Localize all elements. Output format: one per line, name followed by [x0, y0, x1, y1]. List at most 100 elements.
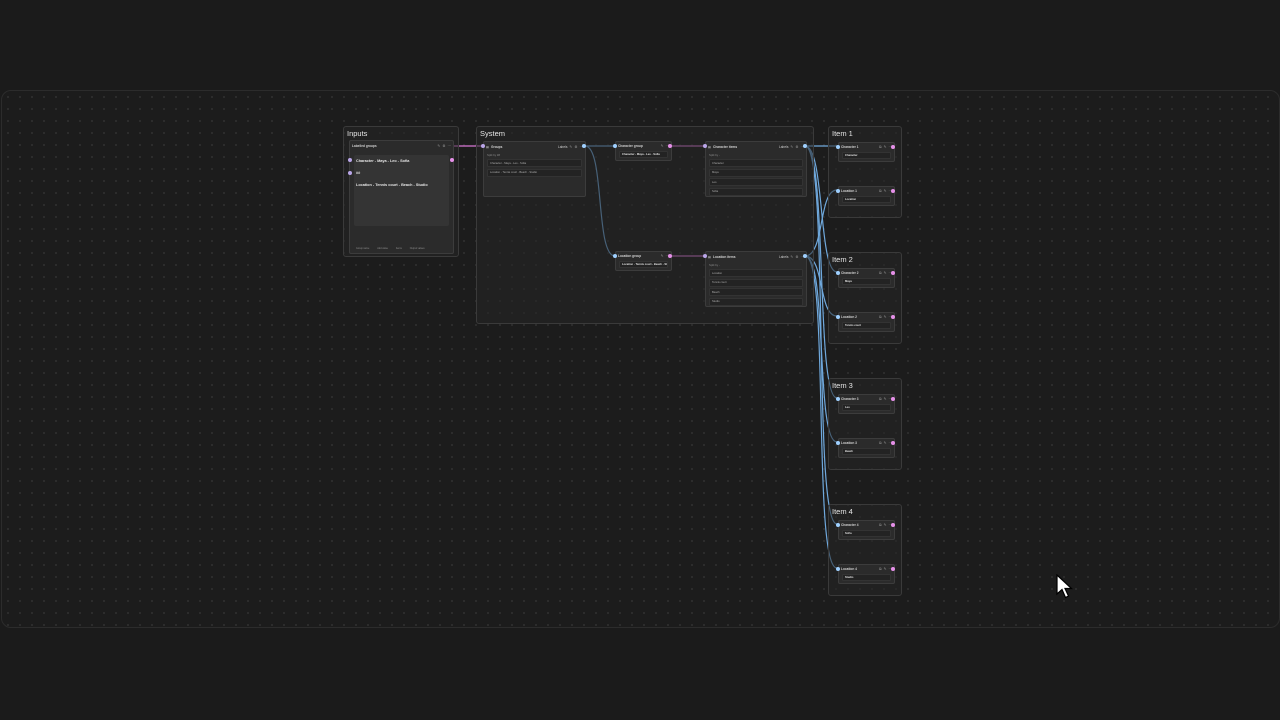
character-1-node[interactable]: Character 1⧉✎⋯ Character — [838, 142, 895, 162]
group-item-2[interactable]: Item 2 Character 2⧉✎⋯ Maya Location 2⧉✎⋯… — [828, 252, 902, 344]
node-icon: ▤ — [486, 144, 490, 149]
labelled-groups-node[interactable]: Labelled groups ✎ ⚙ ⋯ Character - Maya - L… — [349, 140, 454, 254]
list-item: Maya — [709, 168, 803, 177]
value-field[interactable]: Location — [842, 195, 891, 203]
input-port[interactable] — [836, 271, 840, 275]
character-4-node[interactable]: Character 4⧉✎⋯ Sofia — [838, 520, 895, 540]
edit-icon[interactable]: ✎ — [437, 144, 440, 148]
edit-icon[interactable]: ✎ — [790, 255, 793, 259]
character-3-node[interactable]: Character 3⧉✎⋯ Leo — [838, 394, 895, 414]
settings-icon[interactable]: ⚙ — [795, 255, 798, 259]
node-title: Character 2 — [841, 270, 859, 275]
input-port[interactable] — [836, 145, 840, 149]
input-port[interactable] — [348, 171, 352, 175]
value-field[interactable]: Leo — [842, 403, 891, 411]
value-field[interactable]: Character — [842, 151, 891, 159]
copy-icon[interactable]: ⧉ — [879, 189, 882, 193]
copy-icon[interactable]: ⧉ — [879, 271, 882, 275]
edit-icon[interactable]: ✎ — [884, 441, 887, 445]
output-port[interactable] — [891, 145, 895, 149]
groups-text-field[interactable] — [354, 155, 449, 226]
input-port[interactable] — [836, 441, 840, 445]
value-field[interactable]: Studio — [842, 573, 891, 581]
location-items-node[interactable]: ▤ Location items Labels ✎⚙⋯ Split by - L… — [705, 251, 807, 307]
output-port[interactable] — [668, 254, 672, 258]
value-field[interactable]: Tennis court — [842, 321, 891, 329]
location-group-node[interactable]: Location group ✎⋯ Location - Tennis cour… — [615, 251, 672, 271]
input-port[interactable] — [836, 397, 840, 401]
group-item-4[interactable]: Item 4 Character 4⧉✎⋯ Sofia Location 4⧉✎… — [828, 504, 902, 596]
output-port[interactable] — [891, 315, 895, 319]
input-port[interactable] — [613, 144, 617, 148]
edit-icon[interactable]: ✎ — [884, 189, 887, 193]
value-field[interactable]: Beach — [842, 447, 891, 455]
copy-icon[interactable]: ⧉ — [879, 567, 882, 571]
footer-item[interactable]: Items — [396, 247, 402, 250]
copy-icon[interactable]: ⧉ — [879, 441, 882, 445]
value-field[interactable]: Sofia — [842, 529, 891, 537]
copy-icon[interactable]: ⧉ — [879, 145, 882, 149]
footer-item[interactable]: Output values — [410, 247, 425, 250]
node-badge: Labels — [779, 144, 789, 149]
input-port[interactable] — [836, 315, 840, 319]
copy-icon[interactable]: ⧉ — [879, 315, 882, 319]
location-1-node[interactable]: Location 1⧉✎⋯ Location — [838, 186, 895, 206]
settings-icon[interactable]: ⚙ — [795, 145, 798, 149]
edit-icon[interactable]: ✎ — [884, 271, 887, 275]
output-port[interactable] — [891, 189, 895, 193]
edit-icon[interactable]: ✎ — [884, 145, 887, 149]
node-title: Groups — [491, 144, 503, 149]
output-port[interactable] — [891, 271, 895, 275]
location-4-node[interactable]: Location 4⧉✎⋯ Studio — [838, 564, 895, 584]
value-field[interactable]: Maya — [842, 277, 891, 285]
edit-icon[interactable]: ✎ — [569, 145, 572, 149]
output-port[interactable] — [803, 254, 807, 258]
character-2-node[interactable]: Character 2⧉✎⋯ Maya — [838, 268, 895, 288]
edit-icon[interactable]: ✎ — [790, 145, 793, 149]
node-title: Location 3 — [841, 440, 857, 445]
output-port[interactable] — [803, 144, 807, 148]
node-title: Character 4 — [841, 522, 859, 527]
node-title: Location 1 — [841, 188, 857, 193]
settings-icon[interactable]: ⚙ — [442, 144, 445, 148]
output-port[interactable] — [891, 523, 895, 527]
character-group-node[interactable]: Character group ✎⋯ Character - Maya - Le… — [615, 141, 672, 161]
group-inputs[interactable]: Inputs Labelled groups ✎ ⚙ ⋯ Character - M… — [343, 126, 459, 257]
more-icon[interactable]: ⋯ — [448, 144, 452, 148]
output-port[interactable] — [891, 567, 895, 571]
copy-icon[interactable]: ⧉ — [879, 397, 882, 401]
edit-icon[interactable]: ✎ — [884, 523, 887, 527]
input-port[interactable] — [836, 523, 840, 527]
input-port[interactable] — [703, 144, 707, 148]
group-item-1[interactable]: Item 1 Character 1⧉✎⋯ Character Location… — [828, 126, 902, 218]
edit-icon[interactable]: ✎ — [884, 315, 887, 319]
location-2-node[interactable]: Location 2⧉✎⋯ Tennis court — [838, 312, 895, 332]
output-port[interactable] — [582, 144, 586, 148]
input-port[interactable] — [836, 189, 840, 193]
character-items-node[interactable]: ▤ Character items Labels ✎⚙⋯ Split by - … — [705, 141, 807, 197]
group-item-3[interactable]: Item 3 Character 3⧉✎⋯ Leo Location 3⧉✎⋯ … — [828, 378, 902, 470]
settings-icon[interactable]: ⚙ — [574, 145, 577, 149]
edit-icon[interactable]: ✎ — [661, 254, 664, 258]
edit-icon[interactable]: ✎ — [884, 567, 887, 571]
node-title: Location 4 — [841, 566, 857, 571]
output-port[interactable] — [450, 158, 454, 162]
output-port[interactable] — [891, 397, 895, 401]
input-port[interactable] — [836, 567, 840, 571]
groups-splitter-node[interactable]: ▤ Groups Labels ✎⚙⋯ Split by ## Characte… — [483, 141, 586, 197]
input-port[interactable] — [348, 158, 352, 162]
node-title: Location items — [713, 254, 736, 259]
input-port[interactable] — [481, 144, 485, 148]
location-3-node[interactable]: Location 3⧉✎⋯ Beach — [838, 438, 895, 458]
edit-icon[interactable]: ✎ — [661, 144, 664, 148]
copy-icon[interactable]: ⧉ — [879, 523, 882, 527]
edit-icon[interactable]: ✎ — [884, 397, 887, 401]
node-title: Character 3 — [841, 396, 859, 401]
footer-item[interactable]: Add value — [377, 247, 388, 250]
footer-item[interactable]: Group name — [356, 247, 369, 250]
output-port[interactable] — [891, 441, 895, 445]
node-title: Labelled groups — [352, 143, 377, 148]
input-port[interactable] — [613, 254, 617, 258]
input-port[interactable] — [703, 254, 707, 258]
output-port[interactable] — [668, 144, 672, 148]
